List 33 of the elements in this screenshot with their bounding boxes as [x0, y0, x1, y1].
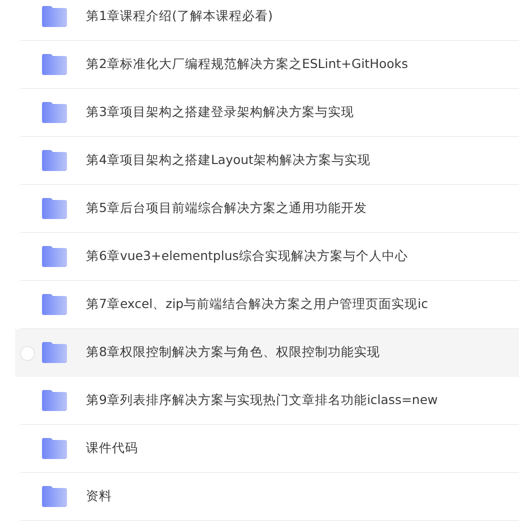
folder-name[interactable]: 资料: [86, 488, 112, 505]
folder-icon: [41, 150, 67, 171]
folder-name[interactable]: 第6章vue3+elementplus综合实现解决方案与个人中心: [86, 248, 408, 265]
folder-icon: [41, 246, 67, 267]
folder-name[interactable]: 课件代码: [86, 440, 138, 457]
folder-row[interactable]: 课件代码: [20, 425, 519, 473]
folder-name[interactable]: 第7章excel、zip与前端结合解决方案之用户管理页面实现ic: [86, 296, 428, 313]
folder-row[interactable]: 第9章列表排序解决方案与实现热门文章排名功能iclass=new: [20, 377, 519, 425]
folder-name[interactable]: 第2章标准化大厂编程规范解决方案之ESLint+GitHooks: [86, 56, 408, 73]
folder-row[interactable]: 资料: [20, 473, 519, 521]
folder-icon: [41, 294, 67, 315]
folder-icon: [41, 486, 67, 507]
folder-icon: [41, 342, 67, 363]
folder-name[interactable]: 第4章项目架构之搭建Layout架构解决方案与实现: [86, 152, 370, 169]
folder-name[interactable]: 第5章后台项目前端综合解决方案之通用功能开发: [86, 200, 367, 217]
folder-row[interactable]: 第3章项目架构之搭建登录架构解决方案与实现: [20, 89, 519, 137]
folder-row[interactable]: 第2章标准化大厂编程规范解决方案之ESLint+GitHooks: [20, 41, 519, 89]
select-radio[interactable]: [20, 346, 35, 360]
folder-icon: [41, 6, 67, 27]
folder-icon: [41, 102, 67, 123]
folder-row[interactable]: 第1章课程介绍(了解本课程必看): [20, 0, 519, 41]
folder-name[interactable]: 第9章列表排序解决方案与实现热门文章排名功能iclass=new: [86, 392, 438, 409]
folder-name[interactable]: 第1章课程介绍(了解本课程必看): [86, 8, 273, 25]
folder-icon: [41, 390, 67, 411]
folder-icon: [41, 54, 67, 75]
folder-row[interactable]: 第5章后台项目前端综合解决方案之通用功能开发: [20, 185, 519, 233]
folder-icon: [41, 198, 67, 219]
folder-name[interactable]: 第3章项目架构之搭建登录架构解决方案与实现: [86, 104, 354, 121]
folder-name[interactable]: 第8章权限控制解决方案与角色、权限控制功能实现: [86, 344, 380, 361]
folder-row[interactable]: 第8章权限控制解决方案与角色、权限控制功能实现: [15, 329, 519, 377]
folder-row[interactable]: 第6章vue3+elementplus综合实现解决方案与个人中心: [20, 233, 519, 281]
folder-row[interactable]: 第4章项目架构之搭建Layout架构解决方案与实现: [20, 137, 519, 185]
folder-icon: [41, 438, 67, 459]
